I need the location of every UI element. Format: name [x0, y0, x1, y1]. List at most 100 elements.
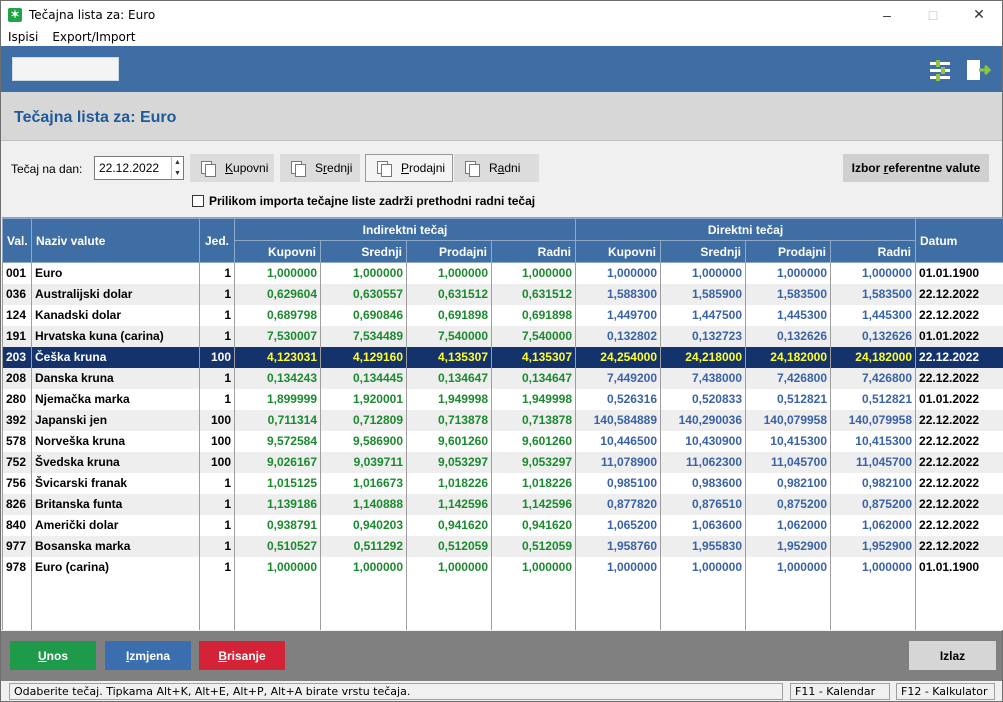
header-jed[interactable]: Jed. [199, 218, 235, 263]
cell-direct: 7,426800 [745, 367, 832, 389]
cell-name: Kanadski dolar [31, 304, 200, 326]
cell-code: 578 [2, 430, 32, 452]
table-row[interactable]: 203 Češka kruna 100 4,123031 4,129160 4,13530… [2, 346, 1003, 368]
cell-direct: 1,000000 [575, 556, 662, 578]
minimize-icon[interactable]: – [864, 1, 910, 28]
cell-direct: 1,588300 [575, 283, 662, 305]
cell-indirect: 4,135307 [406, 346, 492, 368]
menu-bar: Ispisi Export/Import [1, 28, 1002, 46]
empty-cell [2, 577, 32, 630]
brisanje-button[interactable]: Brisanje [199, 641, 285, 670]
cell-indirect: 4,135307 [490, 346, 577, 368]
cell-date: 01.01.1900 [915, 262, 1003, 284]
maximize-icon[interactable]: □ [910, 1, 956, 28]
cell-direct: 11,078900 [575, 451, 662, 473]
cell-direct: 0,132802 [575, 325, 662, 347]
cell-unit: 1 [199, 325, 235, 347]
cell-unit: 1 [199, 262, 235, 284]
cell-direct: 11,045700 [745, 451, 832, 473]
table-row[interactable]: 840 Američki dolar 1 0,938791 0,940203 0,9416… [2, 514, 1003, 536]
table-row[interactable]: 756 Švicarski franak 1 1,015125 1,016673 1,01… [2, 472, 1003, 494]
table-row[interactable]: 752 Švedska kruna 100 9,026167 9,039711 9,053… [2, 451, 1003, 473]
cell-name: Euro [31, 262, 200, 284]
unos-button[interactable]: Unos [10, 641, 96, 670]
cell-indirect: 4,123031 [234, 346, 321, 368]
header-direct: Direktni tečaj [575, 218, 917, 241]
checkbox-icon[interactable] [192, 195, 204, 207]
spin-down-icon[interactable]: ▼ [174, 170, 181, 177]
cell-direct: 1,449700 [575, 304, 662, 326]
izmjena-button[interactable]: Izmjena [105, 641, 191, 670]
table-row[interactable]: 280 Njemačka marka 1 1,899999 1,920001 1,9499… [2, 388, 1003, 410]
keep-rate-option[interactable]: Prilikom importa tečajne liste zadrži pr… [192, 194, 535, 208]
cell-indirect: 0,940203 [320, 514, 407, 536]
exchange-rate-table: Val. Naziv valute Jed. Indirektni tečaj … [2, 217, 1003, 630]
close-icon[interactable]: ✕ [956, 1, 1002, 28]
cell-direct: 24,182000 [745, 346, 832, 368]
menu-ispisi[interactable]: Ispisi [1, 30, 45, 44]
table-row[interactable]: 191 Hrvatska kuna (carina) 1 7,530007 7,5344… [2, 325, 1003, 347]
header-dir-prodajni[interactable]: Prodajni [745, 240, 832, 263]
header-dir-radni[interactable]: Radni [830, 240, 917, 263]
cell-date: 22.12.2022 [915, 367, 1003, 389]
kupovni-button[interactable]: Kupovni [190, 154, 274, 182]
date-field[interactable]: 22.12.2022 ▲ ▼ [94, 156, 184, 180]
header-dir-srednji[interactable]: Srednji [660, 240, 747, 263]
header-datum[interactable]: Datum [915, 218, 1003, 263]
table-body: 001 Euro 1 1,000000 1,000000 1,000000 1,000000… [2, 262, 1003, 630]
cell-code: 978 [2, 556, 32, 578]
cell-indirect: 0,134243 [234, 367, 321, 389]
header-name[interactable]: Naziv valute [31, 218, 200, 263]
cell-direct: 1,958760 [575, 535, 662, 557]
empty-row-area [2, 577, 1003, 630]
cell-date: 22.12.2022 [915, 430, 1003, 452]
cell-indirect: 0,689798 [234, 304, 321, 326]
cell-direct: 0,512821 [745, 388, 832, 410]
radni-label: Radni [489, 161, 521, 175]
table-row[interactable]: 036 Australijski dolar 1 0,629604 0,630557 0,… [2, 283, 1003, 305]
table-row[interactable]: 392 Japanski jen 100 0,711314 0,712809 0,7138… [2, 409, 1003, 431]
cell-indirect: 1,899999 [234, 388, 321, 410]
cell-direct: 0,982100 [745, 472, 832, 494]
menu-export-import[interactable]: Export/Import [45, 30, 142, 44]
header-ind-prodajni[interactable]: Prodajni [406, 240, 492, 263]
prodajni-button[interactable]: Prodajni [365, 154, 453, 182]
settings-icon[interactable] [927, 58, 953, 82]
cell-indirect: 1,000000 [320, 262, 407, 284]
reference-currency-button[interactable]: Izbor referentne valute [843, 154, 989, 182]
cell-direct: 11,045700 [830, 451, 917, 473]
table-row[interactable]: 124 Kanadski dolar 1 0,689798 0,690846 0,6918… [2, 304, 1003, 326]
spin-up-icon[interactable]: ▲ [174, 159, 181, 166]
table-row[interactable]: 826 Britanska funta 1 1,139186 1,140888 1,142… [2, 493, 1003, 515]
cell-name: Hrvatska kuna (carina) [31, 325, 200, 347]
status-f12: F12 - Kalkulator [896, 683, 995, 700]
header-ind-radni[interactable]: Radni [490, 240, 577, 263]
cell-indirect: 0,691898 [490, 304, 577, 326]
header-val[interactable]: Val. [2, 218, 32, 263]
radni-button[interactable]: Radni [454, 154, 539, 182]
cell-direct: 1,952900 [830, 535, 917, 557]
empty-cell [320, 577, 407, 630]
srednji-button[interactable]: Srednji [280, 154, 360, 182]
header-dir-kupovni[interactable]: Kupovni [575, 240, 662, 263]
cell-indirect: 0,941620 [490, 514, 577, 536]
cell-indirect: 9,039711 [320, 451, 407, 473]
table-row[interactable]: 208 Danska kruna 1 0,134243 0,134445 0,134647… [2, 367, 1003, 389]
izlaz-button[interactable]: Izlaz [909, 641, 996, 670]
table-row[interactable]: 001 Euro 1 1,000000 1,000000 1,000000 1,000000… [2, 262, 1003, 284]
cell-indirect: 1,015125 [234, 472, 321, 494]
header-ind-srednji[interactable]: Srednji [320, 240, 407, 263]
exit-icon[interactable] [965, 58, 991, 82]
header-ind-kupovni[interactable]: Kupovni [234, 240, 321, 263]
cell-direct: 140,290036 [660, 409, 747, 431]
date-spinner[interactable]: ▲ ▼ [171, 157, 183, 179]
table-row[interactable]: 977 Bosanska marka 1 0,510527 0,511292 0,5120… [2, 535, 1003, 557]
toolbar-field[interactable] [12, 57, 119, 81]
table-row[interactable]: 578 Norveška kruna 100 9,572584 9,586900 9,60… [2, 430, 1003, 452]
prodajni-label: Prodajni [401, 161, 446, 175]
table-row[interactable]: 978 Euro (carina) 1 1,000000 1,000000 1,00000… [2, 556, 1003, 578]
date-label: Tečaj na dan: [11, 162, 83, 176]
cell-name: Švedska kruna [31, 451, 200, 473]
cell-unit: 1 [199, 514, 235, 536]
cell-date: 22.12.2022 [915, 472, 1003, 494]
